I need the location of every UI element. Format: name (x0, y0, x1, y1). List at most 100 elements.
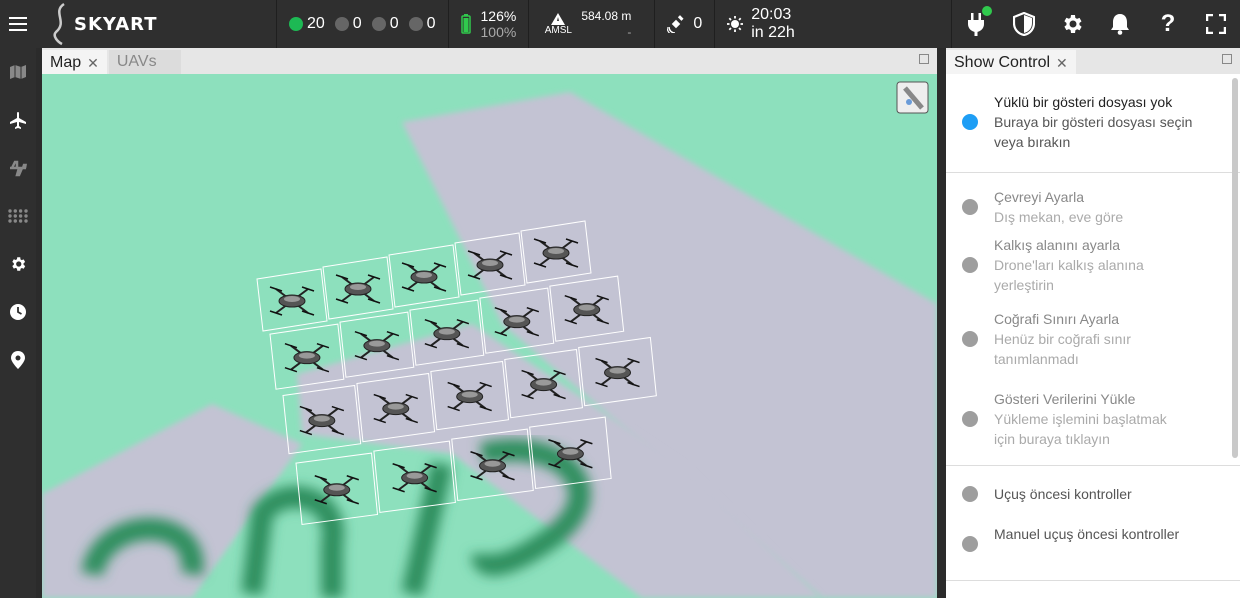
safety-button[interactable] (1000, 0, 1048, 48)
expand-icon[interactable] (1222, 54, 1232, 64)
count-3: 0 (389, 15, 399, 32)
uav-status-counters[interactable]: 20 0 0 0 (276, 0, 448, 48)
logo: SKYART (36, 0, 276, 48)
step-upload[interactable]: Gösteri Verilerini Yükle Yükleme işlemini… (946, 389, 1240, 465)
divider (946, 580, 1240, 581)
hamburger-icon (9, 17, 27, 31)
step-dot-icon (962, 486, 978, 502)
altitude-status[interactable]: AMSL 584.08 m - (528, 0, 654, 48)
sidebar-item-show-control[interactable] (0, 240, 36, 288)
map-canvas[interactable] (42, 74, 937, 598)
step-dot-icon (962, 199, 978, 215)
preflight-section: Uçuş öncesi kontroller Manuel uçuş önces… (946, 466, 1240, 574)
sidebar-item-uavs[interactable] (0, 96, 36, 144)
step-title: Çevreyi Ayarla (994, 189, 1085, 205)
step-sub: Yükleme işlemini başlatmak için buraya t… (994, 411, 1167, 447)
map-compass[interactable] (896, 81, 929, 114)
tab-show-control[interactable]: Show Control ✕ (946, 50, 1076, 74)
map-view[interactable] (42, 74, 937, 598)
shield-icon (1013, 12, 1035, 36)
close-icon[interactable]: ✕ (87, 55, 99, 72)
step-preflight[interactable]: Uçuş öncesi kontroller (946, 484, 1240, 524)
step-sub: Buraya bir gösteri dosyası seçin veya bı… (994, 114, 1193, 150)
help-button[interactable]: ? (1144, 0, 1192, 48)
bell-icon (1111, 14, 1129, 35)
rtk-status[interactable]: 0 (654, 0, 714, 48)
status-dot-icon (408, 17, 423, 31)
tab-uavs[interactable]: UAVs (108, 50, 181, 74)
tab-map[interactable]: Map ✕ (42, 50, 107, 74)
sidebar-item-location[interactable] (0, 336, 36, 384)
airplane-icon (10, 112, 26, 129)
step-title: Uçuş öncesi kontroller (994, 486, 1132, 502)
sun-icon (727, 16, 744, 32)
step-manual-preflight[interactable]: Manuel uçuş öncesi kontroller (946, 524, 1240, 574)
notifications-button[interactable] (1096, 0, 1144, 48)
map-panel: Map ✕ UAVs (42, 48, 937, 598)
battery-sub: 100% (480, 24, 517, 40)
sidebar-item-grid[interactable] (0, 192, 36, 240)
step-active-dot-icon (962, 114, 978, 130)
setup-section: Çevreyi Ayarla Dış mekan, eve göre Kalkış… (946, 173, 1240, 465)
show-load-section[interactable]: Yüklü bir gösteri dosyası yok Buraya bir… (946, 74, 1240, 172)
step-title: Manuel uçuş öncesi kontroller (994, 526, 1180, 542)
rtk-count: 0 (693, 15, 703, 32)
gear-icon (1064, 15, 1082, 33)
location-pin-icon (11, 351, 25, 369)
step-title: Gösteri Verilerini Yükle (994, 391, 1136, 407)
connection-button[interactable] (952, 0, 1000, 48)
battery-status[interactable]: 126% 100% (447, 0, 529, 48)
status-dot-icon (334, 17, 349, 31)
step-dot-icon (962, 331, 978, 347)
connected-dot-icon (982, 6, 992, 16)
grid-dots-icon (8, 209, 28, 223)
count-2: 0 (352, 15, 362, 32)
map-icon (10, 65, 26, 79)
tab-map-label: Map (50, 54, 82, 71)
close-icon[interactable]: ✕ (1056, 55, 1068, 72)
count-4: 0 (426, 15, 436, 32)
gear-icon (12, 257, 26, 271)
satellite-icon (667, 15, 684, 33)
step-environment[interactable]: Çevreyi Ayarla Dış mekan, eve göre (946, 187, 1240, 235)
show-control-tabs: Show Control ✕ (946, 48, 1240, 74)
clock-time: 20:03 (751, 6, 792, 23)
fullscreen-button[interactable] (1192, 0, 1240, 48)
plug-icon (968, 13, 984, 36)
step-dot-icon (962, 411, 978, 427)
tab-uavs-label: UAVs (116, 53, 157, 70)
status-dot-icon (371, 17, 386, 31)
clock-status[interactable]: 20:03 in 22h (714, 0, 814, 48)
airplane-side-icon (10, 160, 27, 177)
step-title: Yüklü bir gösteri dosyası yok (994, 94, 1173, 110)
online-dot-icon (289, 17, 303, 31)
step-sub: Henüz bir coğrafi sınır tanımlanmadı (994, 331, 1131, 367)
clock-sub: in 22h (751, 24, 795, 41)
clock-icon (10, 304, 26, 320)
settings-button[interactable] (1048, 0, 1096, 48)
top-bar: SKYART 20 0 0 0 126% 100% AMSL 584.08 m … (0, 0, 1240, 48)
fullscreen-icon (1206, 14, 1226, 34)
altitude-value: 584.08 m (581, 9, 632, 23)
logo-mark-icon (53, 2, 65, 46)
battery-icon (460, 14, 471, 34)
battery-percent: 126% (480, 8, 517, 24)
sidebar-item-clock[interactable] (0, 288, 36, 336)
step-dot-icon (962, 536, 978, 552)
show-control-panel: Show Control ✕ Yüklü bir gösteri dosyası… (946, 48, 1240, 598)
sidebar-item-flights[interactable] (0, 144, 36, 192)
tab-show-control-label: Show Control (954, 54, 1051, 71)
mountain-icon (551, 12, 566, 25)
menu-button[interactable] (0, 0, 36, 48)
step-sub: Drone'ları kalkış alanına yerleştirin (994, 257, 1144, 293)
sidebar-item-map[interactable] (0, 48, 36, 96)
map-panel-tabs: Map ✕ UAVs (42, 48, 937, 74)
step-load-show[interactable]: Yüklü bir gösteri dosyası yok Buraya bir… (946, 92, 1240, 172)
step-geofence[interactable]: Coğrafi Sınırı Ayarla Henüz bir coğrafi s… (946, 309, 1240, 389)
online-count: 20 (307, 15, 325, 32)
step-title: Kalkış alanını ayarla (994, 237, 1121, 253)
expand-icon[interactable] (919, 54, 929, 64)
scrollbar[interactable] (1232, 78, 1238, 458)
step-takeoff-area[interactable]: Kalkış alanını ayarla Drone'ları kalkış a… (946, 235, 1240, 309)
sidebar (0, 48, 36, 598)
